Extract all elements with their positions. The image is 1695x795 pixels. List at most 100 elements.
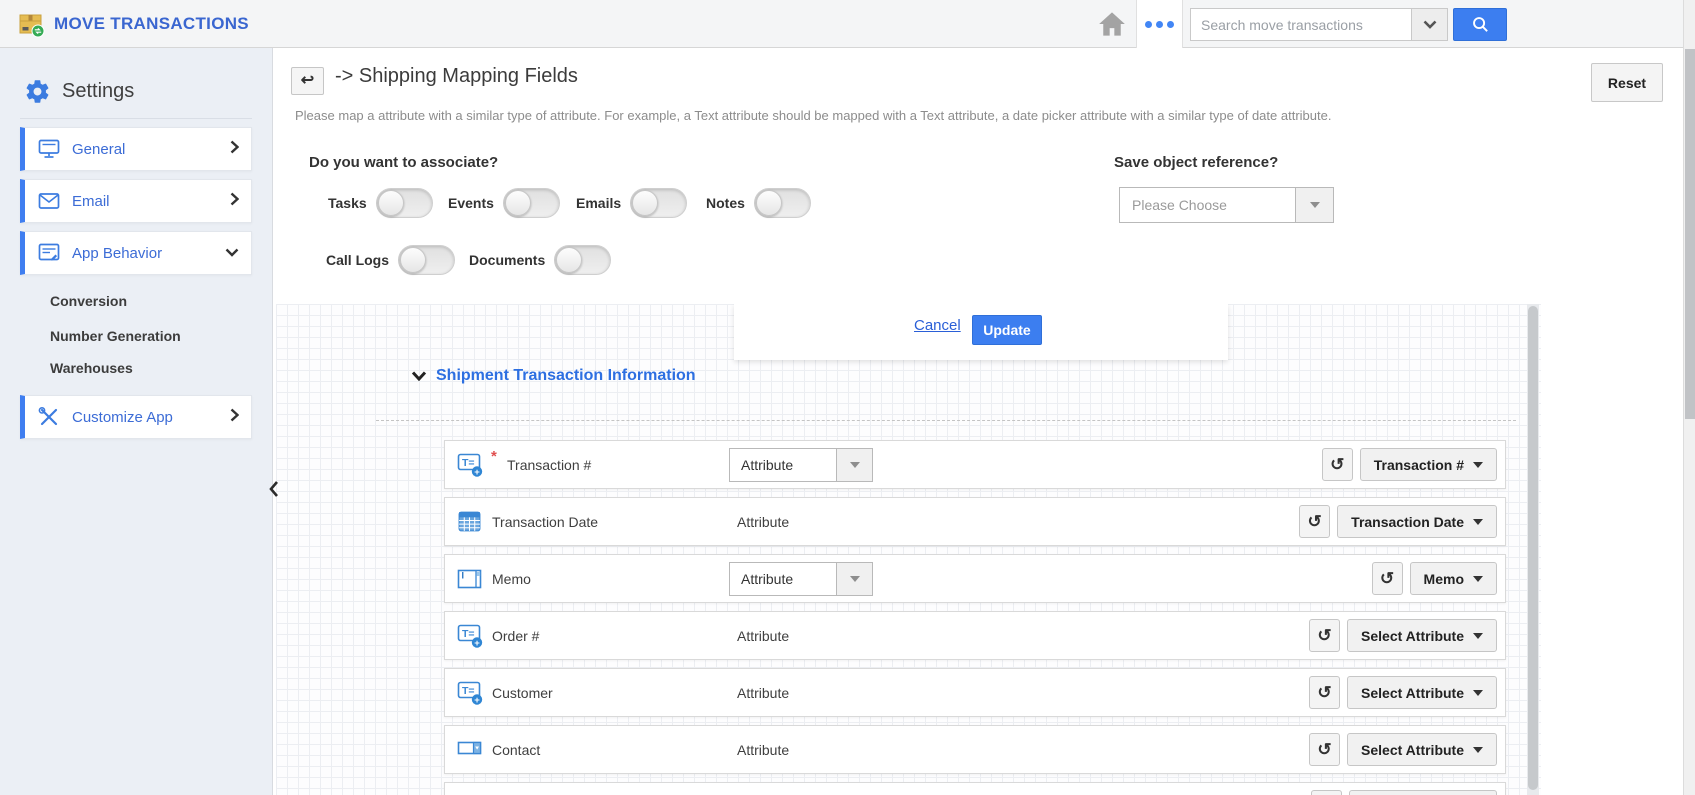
dropdown-arrow-icon[interactable] — [836, 563, 872, 595]
undo-icon[interactable]: ↺ — [1309, 676, 1341, 709]
search-button[interactable] — [1453, 8, 1507, 41]
mapping-row-memo: I Memo Attribute ↺ Memo — [444, 554, 1506, 603]
attribute-dropdown[interactable]: Attribute — [729, 448, 873, 482]
cancel-link[interactable]: Cancel — [914, 317, 961, 334]
mapped-attribute-button[interactable]: Select Attribute — [1347, 619, 1497, 652]
field-label: Order # — [492, 627, 540, 644]
top-bar: MOVE TRANSACTIONS — [0, 0, 1695, 48]
dashed-separator — [376, 420, 1516, 421]
sidebar-item-label: Customize App — [72, 408, 173, 426]
toggle-group-call-logs: Call Logs — [326, 245, 456, 275]
dropdown-arrow-icon[interactable] — [1295, 188, 1333, 222]
package-icon — [18, 10, 46, 38]
textarea-icon: I — [457, 566, 484, 592]
search-input[interactable] — [1191, 9, 1411, 40]
divider — [20, 118, 252, 119]
mapped-attribute-button[interactable] — [1349, 790, 1497, 795]
sidebar-item-label: App Behavior — [72, 244, 163, 262]
form-edit-icon — [38, 243, 60, 261]
toggle-label: Emails — [576, 195, 622, 211]
home-icon[interactable] — [1098, 11, 1126, 37]
toggle-knob — [556, 247, 583, 273]
toggle-label: Documents — [469, 252, 546, 268]
sidebar-subitem-number-generation[interactable]: Number Generation — [50, 328, 181, 344]
sidebar-subitem-warehouses[interactable]: Warehouses — [50, 360, 133, 376]
call-logs-toggle[interactable] — [398, 245, 456, 275]
events-toggle[interactable] — [502, 188, 560, 218]
text-field-icon: T= + — [457, 623, 484, 649]
envelope-icon — [38, 193, 60, 209]
topbar-divider — [1182, 0, 1183, 48]
undo-icon[interactable]: ↺ — [1309, 733, 1341, 766]
undo-icon[interactable]: ↺ — [1309, 619, 1341, 652]
source-attribute-label: Attribute — [737, 684, 790, 701]
undo-icon[interactable]: ↺ — [1311, 790, 1342, 795]
field-label: Memo — [492, 570, 531, 587]
action-bar: Cancel Update — [734, 304, 1228, 360]
mapped-attribute-button[interactable]: Memo — [1409, 562, 1497, 595]
mapped-attribute-label: Transaction # — [1373, 456, 1464, 473]
svg-text:+: + — [474, 695, 480, 706]
mapped-attribute-button[interactable]: Select Attribute — [1347, 676, 1497, 709]
sidebar-item-app-behavior[interactable]: App Behavior — [20, 231, 252, 275]
sidebar-subitem-conversion[interactable]: Conversion — [50, 293, 127, 309]
svg-text:I: I — [462, 570, 465, 580]
save-reference-dropdown[interactable]: Please Choose — [1119, 187, 1334, 223]
toggle-label: Call Logs — [326, 252, 390, 268]
select-icon — [457, 737, 484, 763]
section-header[interactable]: Shipment Transaction Information — [411, 367, 696, 385]
mapping-canvas: Cancel Update Shipment Transaction Infor… — [276, 304, 1541, 795]
sidebar-item-customize-app[interactable]: Customize App — [20, 395, 252, 439]
associate-question: Do you want to associate? — [309, 154, 499, 171]
toggle-knob — [632, 190, 659, 216]
dropdown-value: Please Choose — [1132, 197, 1227, 213]
dropdown-chevron-icon[interactable] — [1411, 9, 1447, 40]
gear-icon — [26, 80, 49, 103]
documents-toggle[interactable] — [554, 245, 612, 275]
chevron-down-icon — [411, 371, 427, 381]
attribute-dropdown[interactable]: Attribute — [729, 562, 873, 596]
mapped-attribute-label: Select Attribute — [1361, 684, 1464, 701]
update-button[interactable]: Update — [972, 315, 1042, 345]
window-scrollbar[interactable] — [1683, 0, 1695, 795]
sidebar-item-email[interactable]: Email — [20, 179, 252, 223]
notes-toggle[interactable] — [753, 188, 811, 218]
chevron-right-icon — [230, 140, 240, 159]
window-scrollbar-thumb[interactable] — [1685, 49, 1695, 419]
required-asterisk: * — [491, 448, 497, 465]
source-attribute-label: Attribute — [737, 513, 790, 530]
field-label: Transaction # — [507, 456, 592, 473]
sidebar-collapse-icon[interactable] — [266, 476, 282, 502]
undo-icon[interactable]: ↺ — [1299, 505, 1331, 538]
search-icon — [1472, 17, 1488, 32]
mapped-attribute-label: Select Attribute — [1361, 741, 1464, 758]
caret-down-icon — [1473, 518, 1483, 525]
mapped-attribute-button[interactable]: Transaction Date — [1337, 505, 1497, 538]
reset-button[interactable]: Reset — [1591, 63, 1663, 102]
undo-icon[interactable]: ↺ — [1321, 448, 1353, 481]
sidebar-item-general[interactable]: General — [20, 127, 252, 171]
field-label: Contact — [492, 741, 541, 758]
emails-toggle[interactable] — [630, 188, 688, 218]
toggle-group-documents: Documents — [469, 245, 612, 275]
page-title: -> Shipping Mapping Fields — [335, 65, 578, 87]
tools-icon — [38, 407, 58, 426]
search-box — [1190, 8, 1448, 41]
mapping-row-transaction-date: Transaction Date Attribute ↺ Transaction… — [444, 497, 1506, 546]
dropdown-arrow-icon[interactable] — [836, 449, 872, 481]
ellipsis-menu-icon[interactable] — [1137, 0, 1182, 48]
mapped-attribute-button[interactable]: Select Attribute — [1347, 733, 1497, 766]
tasks-toggle[interactable] — [375, 188, 433, 218]
chevron-right-icon — [230, 192, 240, 211]
panel-scrollbar-thumb[interactable] — [1528, 306, 1538, 790]
panel-scrollbar[interactable] — [1527, 304, 1539, 795]
mapped-attribute-label: Memo — [1423, 570, 1464, 587]
toggle-label: Tasks — [328, 195, 367, 211]
instruction-text: Please map a attribute with a similar ty… — [295, 108, 1332, 123]
undo-icon[interactable]: ↺ — [1371, 562, 1403, 595]
mapping-row-partial: ↺ — [444, 782, 1506, 795]
back-button[interactable]: ↩ — [291, 67, 324, 95]
dropdown-value: Attribute — [741, 571, 794, 587]
caret-down-icon — [1473, 689, 1483, 696]
mapped-attribute-button[interactable]: Transaction # — [1359, 448, 1497, 481]
